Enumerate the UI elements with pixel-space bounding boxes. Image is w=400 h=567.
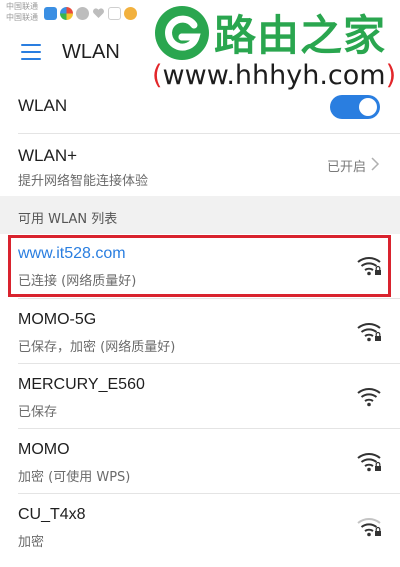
network-row-0[interactable]: www.it528.com 已连接 (网络质量好) xyxy=(0,234,400,298)
notification-icons xyxy=(44,7,137,20)
network-status: 加密 xyxy=(18,535,45,550)
network-status: 加密 (可使用 WPS) xyxy=(18,470,131,485)
carrier-label-1: 中国联通 xyxy=(6,2,38,11)
network-name: MOMO-5G xyxy=(18,311,97,328)
network-status: 已连接 (网络质量好) xyxy=(18,274,137,289)
wlan-plus-row[interactable]: WLAN+ 提升网络智能连接体验 已开启 xyxy=(0,134,400,196)
app-outline-icon xyxy=(108,7,121,20)
network-row-3[interactable]: MOMO 加密 (可使用 WPS) xyxy=(0,429,400,493)
app-gray-icon xyxy=(76,7,89,20)
menu-icon[interactable] xyxy=(21,44,41,62)
network-row-1[interactable]: MOMO-5G 已保存，加密 (网络质量好) xyxy=(0,299,400,363)
wifi-weak-locked-icon xyxy=(357,518,381,537)
top-app-bar: WLAN xyxy=(0,28,400,80)
toggle-knob xyxy=(359,98,377,116)
wlan-plus-title: WLAN+ xyxy=(18,146,78,165)
app-pig-icon xyxy=(124,7,137,20)
page-title: WLAN xyxy=(62,41,120,63)
network-status: 已保存，加密 (网络质量好) xyxy=(18,340,176,355)
wlan-toggle-label: WLAN xyxy=(18,96,68,115)
network-name: CU_T4x8 xyxy=(18,506,86,523)
network-row-4[interactable]: CU_T4x8 加密 xyxy=(0,494,400,564)
wifi-locked-icon xyxy=(357,453,381,472)
chevron-right-icon xyxy=(371,157,380,171)
wifi-locked-icon xyxy=(357,257,381,276)
app-heart-icon xyxy=(92,7,105,20)
network-name: MERCURY_E560 xyxy=(18,376,145,393)
wlan-plus-subtitle: 提升网络智能连接体验 xyxy=(18,174,149,189)
wifi-locked-icon xyxy=(357,323,381,342)
wlan-plus-status: 已开启 xyxy=(326,160,366,175)
wifi-icon xyxy=(357,388,381,407)
wlan-toggle-row[interactable]: WLAN xyxy=(0,80,400,134)
section-label: 可用 WLAN 列表 xyxy=(18,212,118,227)
network-row-2[interactable]: MERCURY_E560 已保存 xyxy=(0,364,400,428)
app-blue-icon xyxy=(44,7,57,20)
available-networks-header: 可用 WLAN 列表 xyxy=(0,196,400,234)
network-name: MOMO xyxy=(18,441,70,458)
network-name: www.it528.com xyxy=(18,245,126,262)
app-colorful-icon xyxy=(60,7,73,20)
wlan-toggle-switch[interactable] xyxy=(330,95,380,119)
carrier-label-2: 中国联通 xyxy=(6,13,38,22)
network-status: 已保存 xyxy=(18,405,58,420)
